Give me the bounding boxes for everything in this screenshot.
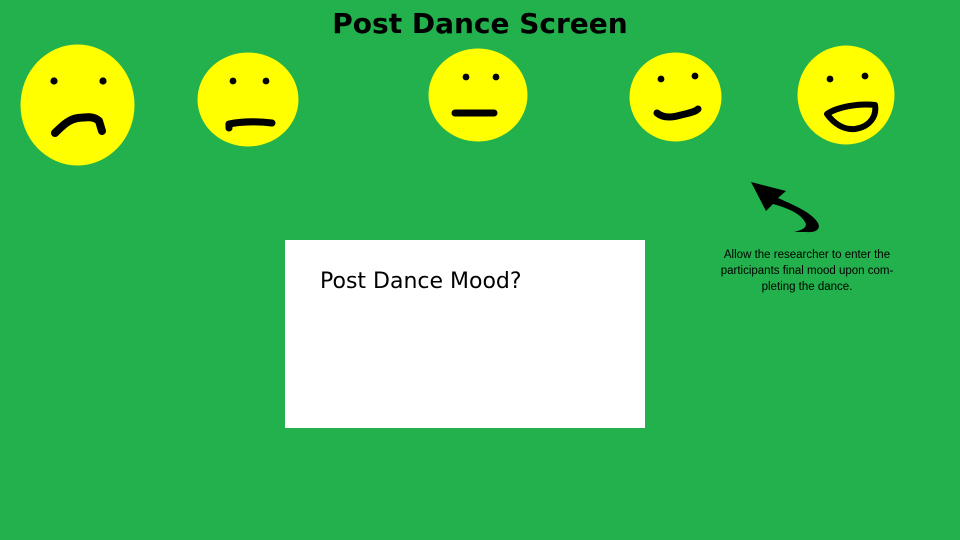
sad-face-icon[interactable] (197, 52, 299, 147)
note-line: participants final mood upon com- (720, 265, 894, 277)
post-dance-mood-box[interactable]: Post Dance Mood? (285, 240, 645, 428)
very-sad-face-icon[interactable] (20, 44, 135, 166)
post-dance-screen: Post Dance Screen Post Dance Mood? Allow… (0, 0, 960, 540)
page-title: Post Dance Screen (332, 7, 628, 40)
post-dance-mood-label: Post Dance Mood? (320, 269, 522, 294)
note-line: pleting the dance. (761, 281, 853, 293)
researcher-note: Allow the researcher to enter the partic… (696, 247, 918, 295)
very-happy-face-icon[interactable] (797, 45, 895, 145)
curved-arrow-icon (748, 180, 822, 234)
happy-face-icon[interactable] (629, 52, 722, 142)
neutral-face-icon[interactable] (428, 48, 528, 142)
note-line: Allow the researcher to enter the (723, 249, 891, 261)
